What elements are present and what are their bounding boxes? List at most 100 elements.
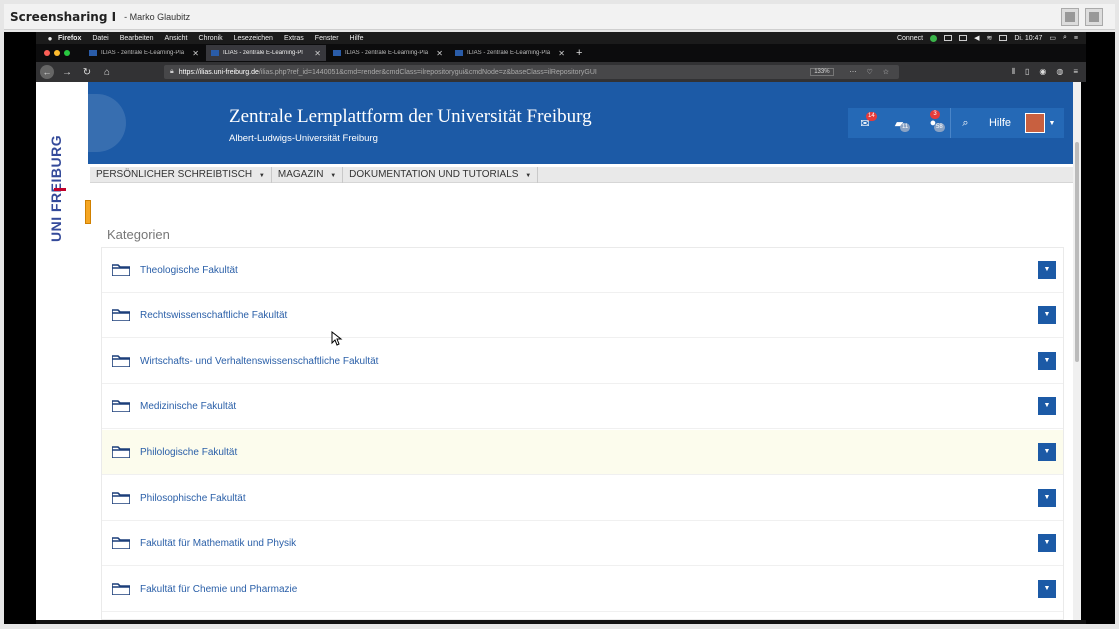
uni-freiburg-logo[interactable]: UNI FREIBURG: [48, 135, 88, 242]
close-tab-icon[interactable]: ✕: [314, 49, 321, 58]
category-link[interactable]: Rechtswissenschaftliche Fakultät: [140, 310, 287, 321]
zoom-level[interactable]: 133%: [810, 68, 834, 76]
forward-icon[interactable]: →: [60, 67, 74, 78]
category-link[interactable]: Fakultät für Chemie und Pharmazie: [140, 584, 297, 595]
menu-extras[interactable]: Extras: [284, 35, 304, 42]
page-scrollbar[interactable]: [1073, 82, 1081, 620]
menu-app[interactable]: Firefox: [58, 35, 81, 42]
category-row[interactable]: Rechtswissenschaftliche Fakultät ▼: [102, 293, 1063, 338]
category-link[interactable]: Philologische Fakultät: [140, 447, 237, 458]
scrollbar-thumb[interactable]: [1075, 142, 1079, 362]
tab-title: ILIAS - zentrale E-Learning-Pla: [345, 50, 429, 56]
category-row[interactable]: Fakultät für Chemie und Pharmazie ▼: [102, 567, 1063, 612]
display-icon[interactable]: [944, 35, 953, 41]
actions-dropdown-button[interactable]: ▼: [1038, 397, 1056, 415]
logo-strip: UNI FREIBURG: [36, 82, 88, 620]
connect-label[interactable]: Connect: [897, 35, 923, 42]
category-link[interactable]: Fakultät für Mathematik und Physik: [140, 538, 296, 549]
site-header: Zentrale Lernplattform der Universität F…: [88, 82, 1073, 164]
menu-chronik[interactable]: Chronik: [199, 35, 223, 42]
category-row[interactable]: Wirtschafts- und Verhaltenswissenschaftl…: [102, 339, 1063, 384]
menu-lesezeichen[interactable]: Lesezeichen: [234, 35, 273, 42]
help-label: Hilfe: [988, 117, 1011, 129]
main-menu: PERSÖNLICHER SCHREIBTISCH ▼ MAGAZIN ▼ DO…: [90, 166, 1073, 183]
maximize-window-icon[interactable]: [64, 50, 70, 56]
category-row[interactable]: Medizinische Fakultät ▼: [102, 384, 1063, 429]
page-actions-icon[interactable]: ⋯ ♡ ☆: [850, 68, 893, 76]
site-subtitle: Albert-Ludwigs-Universität Freiburg: [229, 133, 378, 144]
close-tab-icon[interactable]: ✕: [558, 49, 565, 58]
back-icon[interactable]: ←: [40, 65, 54, 79]
menu-icon[interactable]: ≡: [1073, 67, 1078, 77]
spotlight-search-icon[interactable]: ⌕: [1063, 34, 1067, 42]
mail-button[interactable]: ✉ 14: [848, 108, 882, 138]
actions-dropdown-button[interactable]: ▼: [1038, 580, 1056, 598]
folder-icon: [112, 400, 130, 412]
actions-dropdown-button[interactable]: ▼: [1038, 352, 1056, 370]
wifi-icon[interactable]: ≋: [986, 34, 992, 42]
browser-tab-3[interactable]: ILIAS - zentrale E-Learning-Pla ✕: [328, 45, 448, 61]
extension-icon[interactable]: ◍: [1056, 67, 1063, 77]
screen-icon[interactable]: [959, 35, 968, 41]
menu-repository[interactable]: MAGAZIN ▼: [272, 166, 344, 183]
actions-dropdown-button[interactable]: ▼: [1038, 261, 1056, 279]
account-icon[interactable]: ◉: [1039, 67, 1046, 77]
library-icon[interactable]: ⫴: [1012, 67, 1015, 77]
connect-status-icon: [930, 34, 938, 42]
layout-single-icon[interactable]: [1061, 8, 1079, 26]
browser-tab-4[interactable]: ILIAS - zentrale E-Learning-Pla ✕: [450, 45, 570, 61]
sidebar-icon[interactable]: ▯: [1025, 67, 1029, 77]
close-tab-icon[interactable]: ✕: [436, 49, 443, 58]
menu-documentation[interactable]: DOKUMENTATION UND TUTORIALS ▼: [343, 166, 539, 183]
menu-bearbeiten[interactable]: Bearbeiten: [120, 35, 154, 42]
caret-down-icon: ▼: [330, 172, 337, 179]
category-link[interactable]: Medizinische Fakultät: [140, 401, 236, 412]
actions-dropdown-button[interactable]: ▼: [1038, 489, 1056, 507]
mac-status-area: Connect ◀ ≋ Di. 10:47 ▭ ⌕ ≡: [897, 34, 1078, 42]
university-seal-icon: [88, 94, 126, 152]
lock-icon[interactable]: 🔒︎: [170, 68, 174, 76]
clock[interactable]: Di. 10:47: [1014, 35, 1042, 42]
minimize-window-icon[interactable]: [54, 50, 60, 56]
notification-center-icon[interactable]: ≡: [1074, 35, 1078, 42]
help-button[interactable]: Hilfe: [980, 108, 1020, 138]
url-bar[interactable]: 🔒︎ https://ilias.uni-freiburg.de /ilias.…: [164, 65, 899, 79]
actions-dropdown-button[interactable]: ▼: [1038, 534, 1056, 552]
menu-ansicht[interactable]: Ansicht: [165, 35, 188, 42]
volume-icon[interactable]: ◀: [974, 34, 979, 42]
site-title[interactable]: Zentrale Lernplattform der Universität F…: [229, 106, 592, 128]
category-link[interactable]: Wirtschafts- und Verhaltenswissenschaftl…: [140, 356, 378, 367]
apple-icon[interactable]: ●: [42, 34, 58, 43]
browser-tab-2[interactable]: ILIAS - zentrale E-Learning-Pl ✕: [206, 45, 326, 61]
contacts-button[interactable]: ● 3 58: [916, 108, 950, 138]
toolbar-icons: ⫴ ▯ ◉ ◍ ≡: [1012, 67, 1078, 77]
browser-tab-1[interactable]: ILIAS - zentrale E-Learning-Pla ✕: [84, 45, 204, 61]
screen-mirror-icon[interactable]: ▭: [1049, 34, 1056, 42]
close-window-icon[interactable]: [44, 50, 50, 56]
search-button[interactable]: ⌕: [950, 108, 980, 138]
battery-icon[interactable]: [999, 35, 1008, 41]
layout-grid-icon[interactable]: [1085, 8, 1103, 26]
actions-dropdown-button[interactable]: ▼: [1038, 443, 1056, 461]
chat-button[interactable]: ▰ 11: [882, 108, 916, 138]
menu-hilfe[interactable]: Hilfe: [350, 35, 364, 42]
user-menu-button[interactable]: ▼: [1020, 108, 1060, 138]
category-link[interactable]: Theologische Fakultät: [140, 265, 238, 276]
categories-heading: Kategorien: [107, 227, 170, 242]
menu-fenster[interactable]: Fenster: [315, 35, 339, 42]
category-row-highlighted[interactable]: Philologische Fakultät ▼: [102, 430, 1063, 475]
reload-icon[interactable]: ↻: [80, 67, 94, 78]
home-icon[interactable]: ⌂: [100, 67, 114, 78]
tab-title: ILIAS - zentrale E-Learning-Pl: [223, 50, 303, 56]
category-row[interactable]: Philosophische Fakultät ▼: [102, 476, 1063, 521]
category-link[interactable]: Philosophische Fakultät: [140, 493, 246, 504]
menu-datei[interactable]: Datei: [92, 35, 108, 42]
close-tab-icon[interactable]: ✕: [192, 49, 199, 58]
new-tab-icon[interactable]: +: [576, 47, 582, 59]
category-row[interactable]: Fakultät für Mathematik und Physik ▼: [102, 521, 1063, 566]
caret-down-icon: ▼: [258, 172, 265, 179]
category-row[interactable]: Theologische Fakultät ▼: [102, 248, 1063, 293]
menu-personal-desktop[interactable]: PERSÖNLICHER SCHREIBTISCH ▼: [90, 166, 272, 183]
actions-dropdown-button[interactable]: ▼: [1038, 306, 1056, 324]
sidebar-toggle[interactable]: [85, 200, 91, 224]
